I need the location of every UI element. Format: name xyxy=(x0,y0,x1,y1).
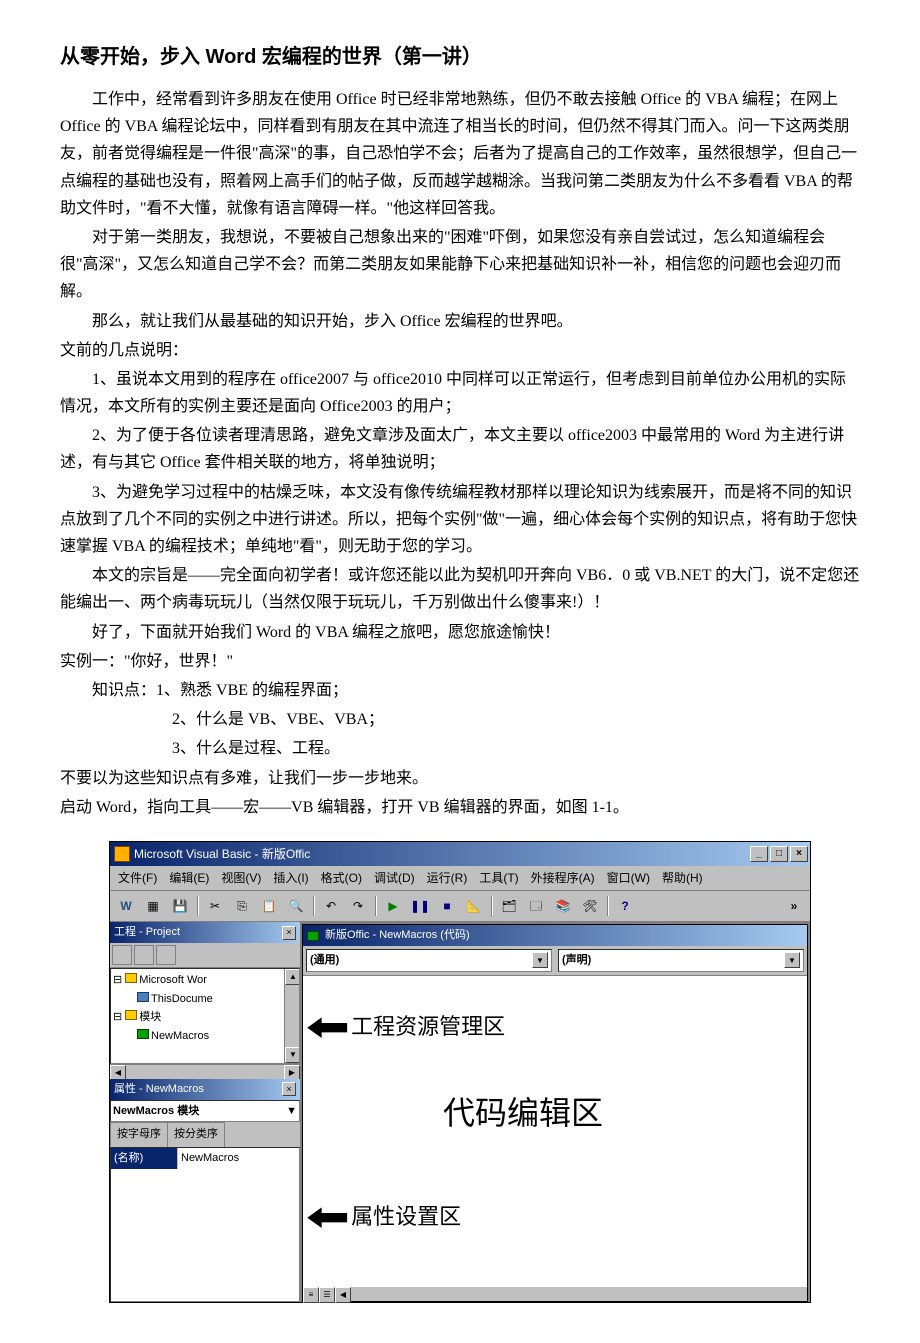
tb-toolbox-icon[interactable]: 🛠 xyxy=(578,894,602,918)
prop-name-cell: (名称) xyxy=(111,1148,177,1169)
tb-stop-icon[interactable]: ■ xyxy=(435,894,459,918)
arrow-icon: ⬅ xyxy=(307,996,349,1057)
properties-tabs: 按字母序 按分类序 xyxy=(110,1122,300,1147)
window-title: Microsoft Visual Basic - 新版Offic xyxy=(134,844,310,864)
object-combo-arrow-icon[interactable]: ▼ xyxy=(532,952,548,968)
menu-file[interactable]: 文件(F) xyxy=(114,868,161,888)
menu-window[interactable]: 窗口(W) xyxy=(603,868,654,888)
launch: 启动 Word，指向工具——宏——VB 编辑器，打开 VB 编辑器的界面，如图 … xyxy=(60,794,860,821)
view-code-icon[interactable] xyxy=(112,945,132,965)
code-view-selector: ≡ ☰ ◀ xyxy=(303,1287,807,1301)
preface-label: 文前的几点说明： xyxy=(60,337,860,364)
tb-design-icon[interactable]: 📐 xyxy=(462,894,486,918)
code-editor[interactable]: ⬅ 工程资源管理区 代码编辑区 ⬅ 属性设置区 xyxy=(303,976,807,1288)
menu-run[interactable]: 运行(R) xyxy=(423,868,472,888)
menu-format[interactable]: 格式(O) xyxy=(317,868,366,888)
tab-alphabetic[interactable]: 按字母序 xyxy=(110,1122,168,1147)
tb-help-icon[interactable]: ? xyxy=(613,894,637,918)
scroll-up-icon[interactable]: ▲ xyxy=(285,969,300,985)
example-label: 实例一："你好，世界！" xyxy=(60,648,860,675)
tb-undo-icon[interactable]: ↶ xyxy=(319,894,343,918)
vb-app-icon xyxy=(114,846,130,862)
tab-categorized[interactable]: 按分类序 xyxy=(167,1122,225,1147)
tb-break-icon[interactable]: ❚❚ xyxy=(408,894,432,918)
maximize-button[interactable]: □ xyxy=(770,846,788,862)
toolbar: W ▦ 💾 ✂ ⎘ 📋 🔍 ↶ ↷ ▶ ❚❚ ■ 📐 🗂 🗔 📚 🛠 ? » xyxy=(110,891,810,922)
properties-pane-close-icon[interactable]: × xyxy=(282,1082,296,1096)
tb-find-icon[interactable]: 🔍 xyxy=(284,894,308,918)
project-pane-toolbar xyxy=(110,943,300,968)
menu-help[interactable]: 帮助(H) xyxy=(658,868,707,888)
object-combo[interactable]: (通用) ▼ xyxy=(306,949,552,972)
arrow-icon-2: ⬅ xyxy=(307,1186,349,1247)
project-hscroll[interactable]: ◀ ▶ xyxy=(110,1064,300,1079)
project-pane-close-icon[interactable]: × xyxy=(282,926,296,940)
left-panel: 工程 - Project × ⊟ Microsoft Wor ThisDocum… xyxy=(110,922,300,1302)
tb-word-icon[interactable]: W xyxy=(114,894,138,918)
tb-browser-icon[interactable]: 📚 xyxy=(551,894,575,918)
full-module-view-icon[interactable]: ☰ xyxy=(319,1287,335,1303)
procedure-combo[interactable]: (声明) ▼ xyxy=(558,949,804,972)
points-label: 知识点：1、熟悉 VBE 的编程界面； xyxy=(60,677,860,704)
code-combos: (通用) ▼ (声明) ▼ xyxy=(303,946,807,976)
project-pane-title: 工程 - Project × xyxy=(110,922,300,943)
code-panel: 新版Offic - NewMacros (代码) (通用) ▼ (声明) ▼ xyxy=(300,922,810,1302)
nohard: 不要以为这些知识点有多难，让我们一步一步地来。 xyxy=(60,765,860,792)
tb-paste-icon[interactable]: 📋 xyxy=(257,894,281,918)
tb-cut-icon[interactable]: ✂ xyxy=(203,894,227,918)
procedure-view-icon[interactable]: ≡ xyxy=(303,1287,319,1303)
menu-edit[interactable]: 编辑(E) xyxy=(165,868,213,888)
tb-expand-icon[interactable]: » xyxy=(782,894,806,918)
menu-view[interactable]: 视图(V) xyxy=(217,868,265,888)
wish: 好了，下面就开始我们 Word 的 VBA 编程之旅吧，愿您旅途愉快！ xyxy=(60,619,860,646)
note-3: 3、为避免学习过程中的枯燥乏味，本文没有像传统编程教材那样以理论知识为线索展开，… xyxy=(60,479,860,561)
menu-debug[interactable]: 调试(D) xyxy=(370,868,419,888)
tb-redo-icon[interactable]: ↷ xyxy=(346,894,370,918)
titlebar: Microsoft Visual Basic - 新版Offic _ □ × xyxy=(110,842,810,866)
point-3: 3、什么是过程、工程。 xyxy=(60,735,860,762)
point-2: 2、什么是 VB、VBE、VBA； xyxy=(60,706,860,733)
close-button[interactable]: × xyxy=(790,846,808,862)
tb-insert-icon[interactable]: ▦ xyxy=(141,894,165,918)
minimize-button[interactable]: _ xyxy=(750,846,768,862)
para-intro-1: 工作中，经常看到许多朋友在使用 Office 时已经非常地熟练，但仍不敢去接触 … xyxy=(60,86,860,222)
para-intro-2: 对于第一类朋友，我想说，不要被自己想象出来的"困难"吓倒，如果您没有亲自尝试过，… xyxy=(60,224,860,306)
note-2: 2、为了便于各位读者理清思路，避免文章涉及面太广，本文主要以 office200… xyxy=(60,422,860,476)
module-icon xyxy=(307,931,319,941)
code-window-title: 新版Offic - NewMacros (代码) xyxy=(303,925,807,946)
hscroll-left-icon[interactable]: ◀ xyxy=(335,1287,351,1303)
vbe-window: Microsoft Visual Basic - 新版Offic _ □ × 文… xyxy=(109,841,811,1303)
annot-code-label: 代码编辑区 xyxy=(443,1086,603,1140)
tb-run-icon[interactable]: ▶ xyxy=(381,894,405,918)
view-object-icon[interactable] xyxy=(134,945,154,965)
note-1: 1、虽说本文用到的程序在 office2007 与 office2010 中同样… xyxy=(60,366,860,420)
para-intro-3: 那么，就让我们从最基础的知识开始，步入 Office 宏编程的世界吧。 xyxy=(60,308,860,335)
properties-object-selector[interactable]: NewMacros 模块 ▼ xyxy=(110,1100,300,1123)
project-tree[interactable]: ⊟ Microsoft Wor ThisDocume ⊟ 模块 NewMacro… xyxy=(110,968,300,1064)
purpose: 本文的宗旨是——完全面向初学者！或许您还能以此为契机叩开奔向 VB6．0 或 V… xyxy=(60,562,860,616)
menu-addins[interactable]: 外接程序(A) xyxy=(527,868,599,888)
main-area: 工程 - Project × ⊟ Microsoft Wor ThisDocum… xyxy=(110,922,810,1302)
scroll-down-icon[interactable]: ▼ xyxy=(285,1047,300,1063)
properties-pane-title: 属性 - NewMacros × xyxy=(110,1079,300,1100)
tb-project-icon[interactable]: 🗂 xyxy=(497,894,521,918)
menu-insert[interactable]: 插入(I) xyxy=(269,868,312,888)
properties-grid[interactable]: (名称) NewMacros xyxy=(110,1147,300,1302)
tb-save-icon[interactable]: 💾 xyxy=(168,894,192,918)
toggle-folders-icon[interactable] xyxy=(156,945,176,965)
menubar: 文件(F) 编辑(E) 视图(V) 插入(I) 格式(O) 调试(D) 运行(R… xyxy=(110,866,810,891)
annot-props-label: 属性设置区 xyxy=(351,1198,461,1235)
page-title: 从零开始，步入 Word 宏编程的世界（第一讲） xyxy=(60,40,860,74)
prop-value-cell[interactable]: NewMacros xyxy=(177,1148,299,1169)
menu-tools[interactable]: 工具(T) xyxy=(475,868,522,888)
tb-copy-icon[interactable]: ⎘ xyxy=(230,894,254,918)
code-window: 新版Offic - NewMacros (代码) (通用) ▼ (声明) ▼ xyxy=(302,924,808,1302)
procedure-combo-arrow-icon[interactable]: ▼ xyxy=(784,952,800,968)
tb-properties-icon[interactable]: 🗔 xyxy=(524,894,548,918)
annot-project-label: 工程资源管理区 xyxy=(351,1008,505,1045)
